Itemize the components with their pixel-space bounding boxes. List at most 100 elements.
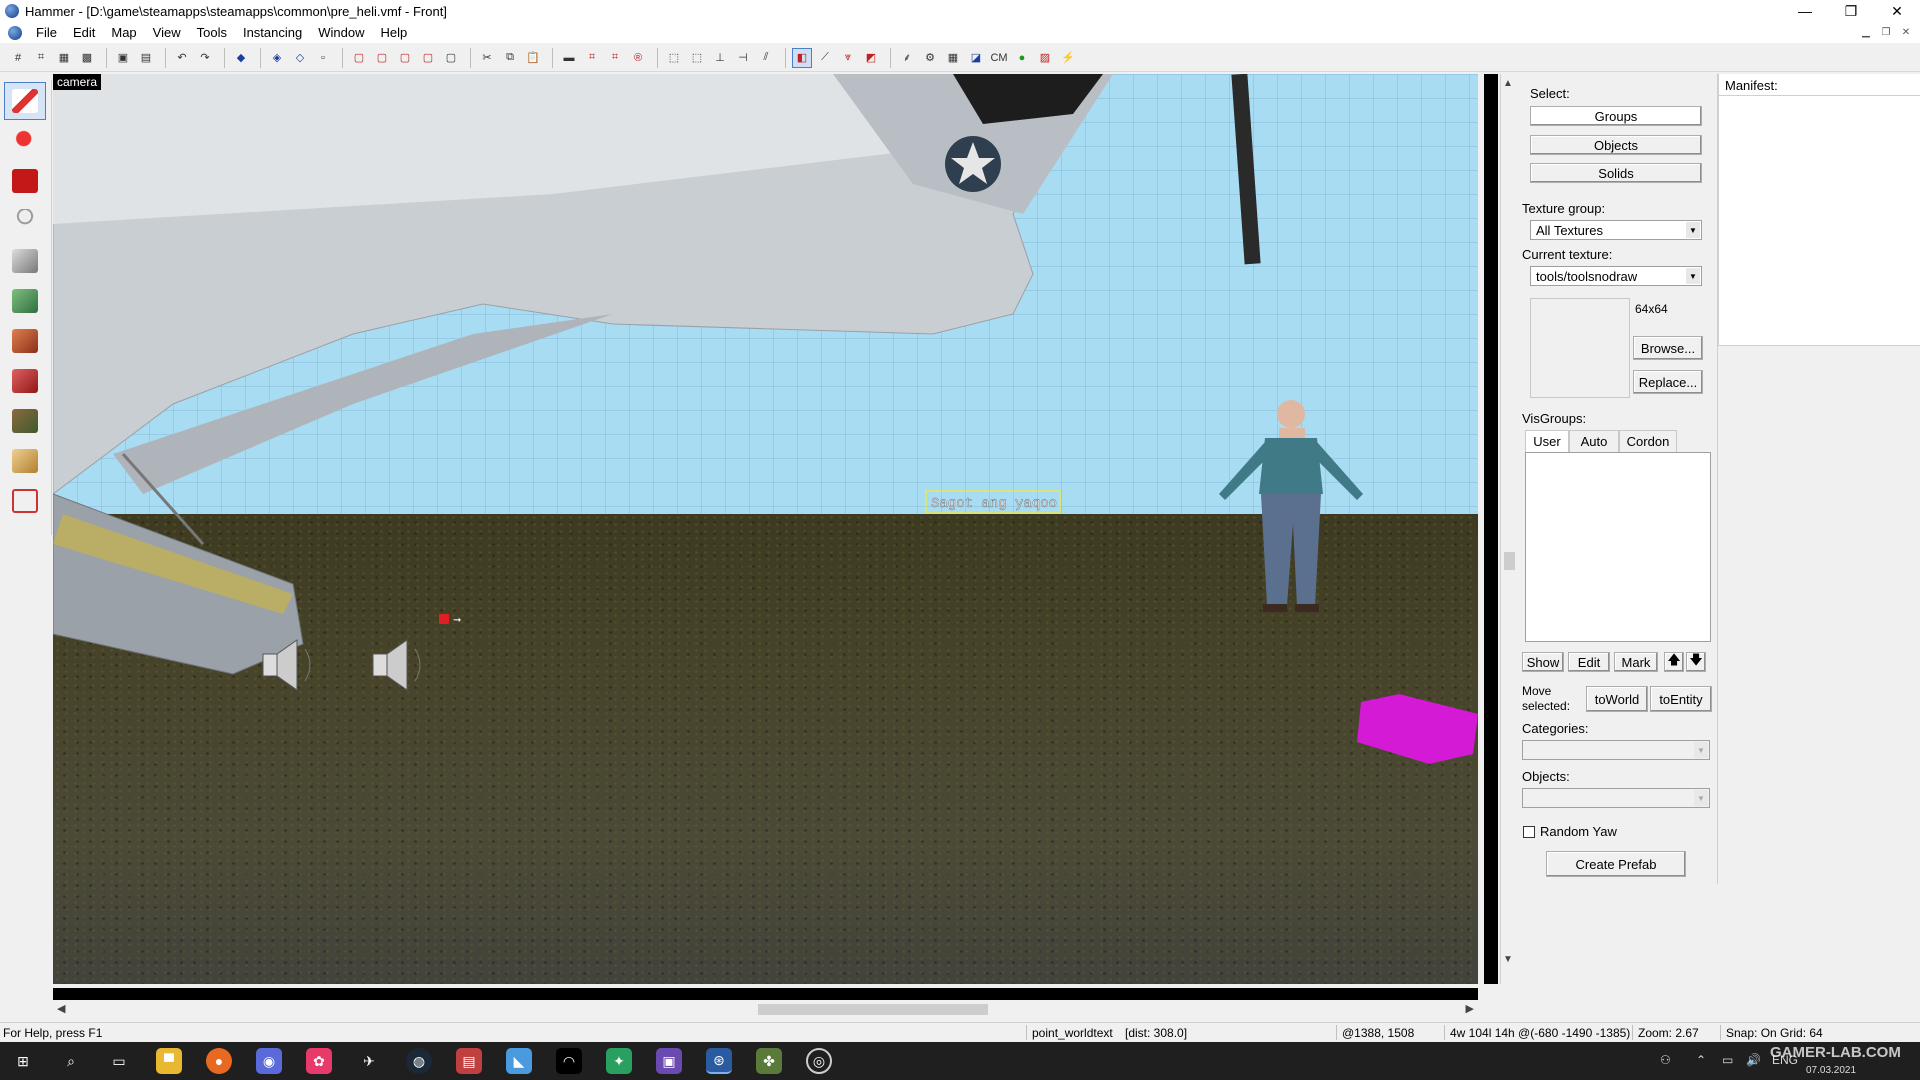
texture-group-dropdown[interactable]: All Textures ▼ (1530, 220, 1702, 240)
tab-visgroups-user[interactable]: User (1525, 430, 1569, 453)
sound-entity-icon[interactable] (372, 639, 421, 691)
categories-dropdown[interactable]: ▼ (1522, 740, 1710, 760)
block-tool-icon[interactable] (4, 242, 46, 280)
nodraw-icon[interactable]: ▨ (1035, 48, 1055, 68)
select-zoom-icon[interactable]: ⬚ (687, 48, 707, 68)
point-entity-marker[interactable] (439, 614, 449, 624)
magnify-tool-icon[interactable] (4, 122, 46, 160)
carve-icon[interactable]: ◆ (231, 48, 251, 68)
chevron-down-icon[interactable]: ▼ (1686, 268, 1700, 284)
replace-button[interactable]: Replace... (1633, 370, 1703, 394)
entity-tool-icon[interactable] (4, 202, 46, 240)
tray-arrow-icon[interactable]: ⌃ (1696, 1053, 1706, 1067)
notes-icon[interactable]: ◣ (506, 1048, 532, 1074)
gear-icon[interactable]: ⚙ (920, 48, 940, 68)
grid-3d-icon[interactable]: ⌗ (31, 48, 51, 68)
scroll-down-icon[interactable]: ▼ (1503, 954, 1513, 965)
current-texture-dropdown[interactable]: tools/toolsnodraw ▼ (1530, 266, 1702, 286)
trigger-brush[interactable] (1357, 694, 1478, 764)
vertical-scroll-thumb[interactable] (1504, 552, 1515, 570)
visgroup-edit-button[interactable]: Edit (1568, 652, 1610, 672)
horizontal-scroll-thumb[interactable] (758, 1004, 988, 1015)
scroll-right-icon[interactable]: ▶ (1466, 1002, 1474, 1015)
tie-to-entity-icon[interactable]: ◇ (290, 48, 310, 68)
chevron-down-icon[interactable]: ▼ (1694, 742, 1708, 758)
paint-icon[interactable]: ✿ (306, 1048, 332, 1074)
decal-tool-icon[interactable] (4, 362, 46, 400)
camera-viewport[interactable]: camera Sagot ang yaqoo ➞ (53, 74, 1478, 984)
discord-icon[interactable]: ◉ (256, 1048, 282, 1074)
menu-map[interactable]: Map (103, 25, 144, 40)
cubemap-icon[interactable]: ▦ (943, 48, 963, 68)
cube-outline-4-icon[interactable]: ▢ (418, 48, 438, 68)
menu-instancing[interactable]: Instancing (235, 25, 310, 40)
to-entity-button[interactable]: toEntity (1650, 686, 1712, 712)
compile-icon[interactable]: ⚡ (1058, 48, 1078, 68)
half-life-icon[interactable]: ✤ (756, 1048, 782, 1074)
cut-icon[interactable]: ✂ (477, 48, 497, 68)
clipping-tool-icon[interactable] (4, 442, 46, 480)
selection-tool-icon[interactable] (4, 82, 46, 120)
media-icon[interactable]: ▣ (656, 1048, 682, 1074)
models-icon[interactable]: ◩ (861, 48, 881, 68)
restore-button[interactable]: ❐ (1828, 0, 1874, 22)
npc-character[interactable] (1219, 400, 1363, 612)
file-explorer-icon[interactable]: ▀ (156, 1048, 182, 1074)
vertical-scrollbar[interactable]: ▲ ▼ (1500, 74, 1517, 984)
menu-file[interactable]: File (28, 25, 65, 40)
texture-preview[interactable] (1530, 298, 1630, 398)
close-button[interactable]: ✕ (1874, 0, 1920, 22)
menu-view[interactable]: View (145, 25, 189, 40)
task-view-icon[interactable]: ▭ (106, 1048, 132, 1074)
select-objects-button[interactable]: Objects (1530, 135, 1702, 155)
cm-icon[interactable]: CM (989, 48, 1009, 68)
texture-application-icon[interactable] (4, 282, 46, 320)
random-yaw-checkbox[interactable] (1523, 826, 1535, 838)
tab-visgroups-cordon[interactable]: Cordon (1619, 430, 1677, 453)
select-solids-button[interactable]: Solids (1530, 163, 1702, 183)
browse-button[interactable]: Browse... (1633, 336, 1703, 360)
horizontal-scrollbar[interactable]: ◀ ▶ (53, 1001, 1478, 1018)
helicopter-ramp[interactable] (53, 493, 304, 675)
redo-icon[interactable]: ↷ (195, 48, 215, 68)
run-map-icon[interactable]: ● (1012, 48, 1032, 68)
visgroup-up-button[interactable]: 🡅 (1664, 652, 1684, 672)
menu-tools[interactable]: Tools (189, 25, 235, 40)
ungroup-icon[interactable]: ▤ (136, 48, 156, 68)
grid-smaller-icon[interactable]: ▦ (54, 48, 74, 68)
chevron-down-icon[interactable]: ▼ (1694, 790, 1708, 806)
hammer-taskbar-icon[interactable]: ⊛ (706, 1048, 732, 1074)
viewport-label[interactable]: camera (53, 74, 102, 90)
firefox-icon[interactable]: ● (206, 1048, 232, 1074)
cordon-icon[interactable]: ◧ (792, 47, 812, 68)
cube-outline-3-icon[interactable]: ▢ (395, 48, 415, 68)
clip-icon[interactable]: ⫽ (756, 48, 776, 68)
undo-icon[interactable]: ↶ (172, 48, 192, 68)
helpers-icon[interactable]: ⩔ (838, 48, 858, 68)
visgroup-show-button[interactable]: Show (1522, 652, 1564, 672)
chevron-down-icon[interactable]: ▼ (1686, 222, 1700, 238)
grid-toggle-icon[interactable]: # (8, 48, 28, 68)
game-icon[interactable]: ◠ (556, 1048, 582, 1074)
paint-net-icon[interactable]: ▤ (456, 1048, 482, 1074)
cube-outline-5-icon[interactable]: ▢ (441, 48, 461, 68)
texture-lock-icon[interactable]: ▬ (559, 48, 579, 68)
select-groups-button[interactable]: Groups (1530, 106, 1702, 126)
app-icon[interactable]: ✈ (356, 1048, 382, 1074)
visgroup-down-button[interactable]: 🡇 (1686, 652, 1706, 672)
to-world-button[interactable]: toWorld (1586, 686, 1648, 712)
create-prefab-button[interactable]: Create Prefab (1546, 851, 1686, 877)
flip-vertical-icon[interactable]: ⊥ (710, 48, 730, 68)
brushes-icon[interactable]: ⸙ (897, 48, 917, 68)
scroll-up-icon[interactable]: ▲ (1503, 78, 1513, 89)
obs-icon[interactable]: ◎ (806, 1048, 832, 1074)
flip-horizontal-icon[interactable]: ⊣ (733, 48, 753, 68)
tab-visgroups-auto[interactable]: Auto (1569, 430, 1619, 453)
menu-window[interactable]: Window (310, 25, 372, 40)
steam-icon[interactable]: ◍ (406, 1048, 432, 1074)
scroll-left-icon[interactable]: ◀ (57, 1002, 65, 1015)
move-to-world-icon[interactable]: ▫ (313, 48, 333, 68)
group-icon[interactable]: ▣ (113, 48, 133, 68)
mdi-restore-button[interactable]: ❐ (1878, 25, 1894, 39)
visgroups-list[interactable] (1525, 452, 1711, 642)
